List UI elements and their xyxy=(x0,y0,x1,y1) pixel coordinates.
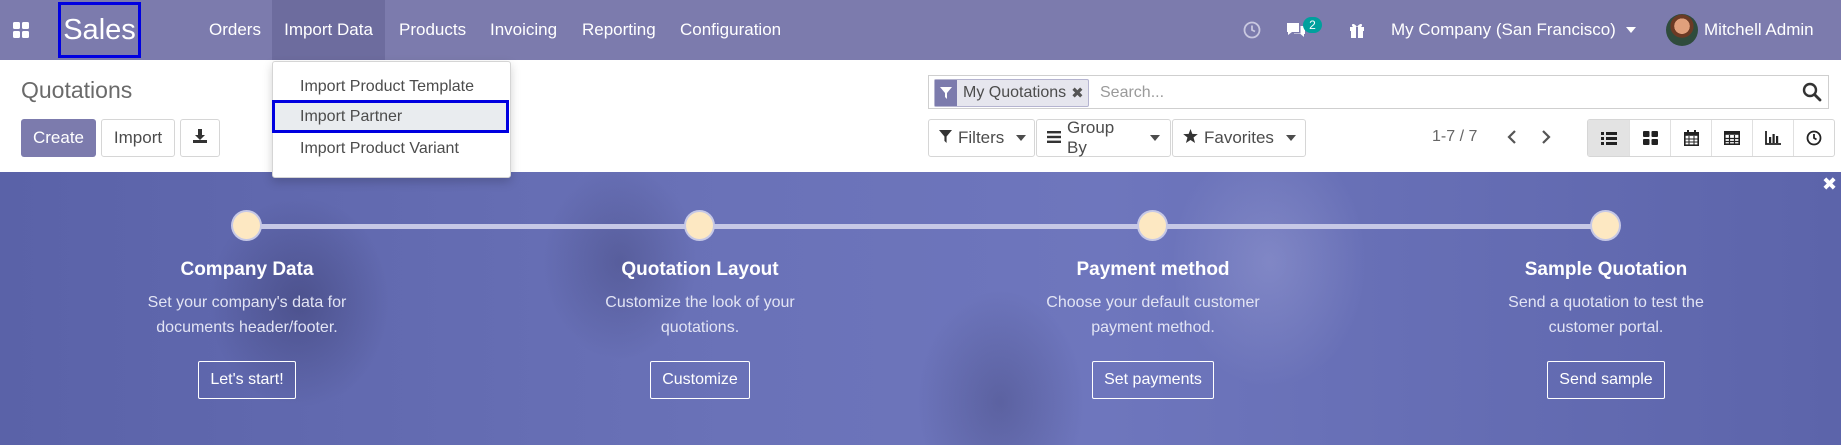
step-description: Customize the look of your quotations. xyxy=(605,294,795,336)
search-bar[interactable]: My Quotations ✖ xyxy=(928,75,1829,109)
step-description: Send a quotation to test the customer por… xyxy=(1508,294,1704,336)
menu-reporting[interactable]: Reporting xyxy=(582,0,656,60)
top-navbar: Sales Orders Import Data Products Invoic… xyxy=(0,0,1841,60)
step-description: Set your company's data for documents hea… xyxy=(147,294,347,336)
activity-clock-icon[interactable] xyxy=(1243,0,1261,60)
step-title: Sample Quotation xyxy=(1524,259,1688,280)
download-button[interactable] xyxy=(180,119,220,157)
bars-icon xyxy=(1047,128,1061,148)
set-payments-button[interactable]: Set payments xyxy=(1092,361,1214,399)
step-dot xyxy=(1139,212,1166,239)
onboarding-step-company-data: Company Data Set your company's data for… xyxy=(77,259,417,399)
pager-previous-icon[interactable] xyxy=(1502,126,1522,148)
star-icon xyxy=(1183,128,1198,148)
calendar-view-icon[interactable] xyxy=(1670,120,1711,156)
filter-icon xyxy=(939,128,952,148)
step-dot xyxy=(233,212,260,239)
group-by-label: Group By xyxy=(1067,118,1115,157)
import-data-dropdown: Import Product Template Import Partner I… xyxy=(272,61,511,178)
chevron-down-icon xyxy=(1625,27,1636,33)
graph-view-icon[interactable] xyxy=(1752,120,1793,156)
close-icon[interactable]: ✖ xyxy=(1822,174,1837,195)
menu-orders[interactable]: Orders xyxy=(209,0,261,60)
onboarding-step-sample-quotation: Sample Quotation Send a quotation to tes… xyxy=(1436,259,1776,399)
page-title: Quotations xyxy=(21,77,133,103)
search-icon[interactable] xyxy=(1802,82,1822,107)
step-title: Company Data xyxy=(180,259,314,280)
onboarding-step-payment-method: Payment method Choose your default custo… xyxy=(983,259,1323,399)
filters-label: Filters xyxy=(958,128,1005,147)
customize-button[interactable]: Customize xyxy=(650,361,750,399)
kanban-view-icon[interactable] xyxy=(1629,120,1670,156)
download-icon xyxy=(192,128,208,149)
facet-label: My Quotations xyxy=(963,84,1067,101)
filters-button[interactable]: Filters xyxy=(928,119,1035,157)
chevron-down-icon xyxy=(1285,135,1296,141)
onboarding-timeline xyxy=(246,224,1605,229)
pager-value[interactable]: 1-7 / 7 xyxy=(1432,128,1477,146)
user-menu[interactable]: Mitchell Admin xyxy=(1704,0,1814,60)
search-facet[interactable]: My Quotations ✖ xyxy=(934,79,1089,107)
menu-configuration[interactable]: Configuration xyxy=(680,0,781,60)
step-title: Quotation Layout xyxy=(621,259,779,280)
filter-icon xyxy=(935,80,957,106)
dropdown-item-import-partner[interactable]: Import Partner xyxy=(272,100,509,133)
app-brand[interactable]: Sales xyxy=(58,2,141,58)
gift-icon[interactable] xyxy=(1348,0,1366,60)
step-title: Payment method xyxy=(1076,259,1230,280)
menu-import-data[interactable]: Import Data xyxy=(272,0,385,60)
step-description: Choose your default customer payment meth… xyxy=(1046,294,1260,336)
view-switcher xyxy=(1587,119,1835,157)
create-button[interactable]: Create xyxy=(21,119,96,157)
favorites-label: Favorites xyxy=(1204,128,1274,147)
company-name: My Company (San Francisco) xyxy=(1391,20,1616,39)
menu-products[interactable]: Products xyxy=(399,0,466,60)
group-by-button[interactable]: Group By xyxy=(1036,118,1171,157)
chevron-down-icon xyxy=(1150,135,1160,141)
search-input[interactable] xyxy=(1098,81,1782,105)
send-sample-button[interactable]: Send sample xyxy=(1547,361,1665,399)
step-dot xyxy=(686,212,713,239)
chevron-down-icon xyxy=(1016,135,1027,141)
pivot-view-icon[interactable] xyxy=(1711,120,1752,156)
step-dot xyxy=(1592,212,1619,239)
list-view-icon[interactable] xyxy=(1588,120,1629,156)
menu-invoicing[interactable]: Invoicing xyxy=(490,0,557,60)
messages-count-badge: 2 xyxy=(1303,17,1322,33)
import-button[interactable]: Import xyxy=(101,119,175,157)
dropdown-item-import-product-template[interactable]: Import Product Template xyxy=(273,72,510,102)
onboarding-step-quotation-layout: Quotation Layout Customize the look of y… xyxy=(530,259,870,399)
pager-next-icon[interactable] xyxy=(1536,126,1556,148)
activity-view-icon[interactable] xyxy=(1793,120,1834,156)
remove-facet-icon[interactable]: ✖ xyxy=(1071,84,1088,102)
onboarding-banner: ✖ Company Data Set your company's data f… xyxy=(0,172,1841,445)
company-switcher[interactable]: My Company (San Francisco) xyxy=(1391,0,1636,60)
favorites-button[interactable]: Favorites xyxy=(1172,119,1306,157)
messages-icon[interactable] xyxy=(1285,0,1307,60)
lets-start-button[interactable]: Let's start! xyxy=(198,361,296,399)
dropdown-item-import-product-variant[interactable]: Import Product Variant xyxy=(273,134,510,164)
user-avatar[interactable] xyxy=(1666,14,1698,46)
apps-menu-icon[interactable] xyxy=(12,0,30,60)
